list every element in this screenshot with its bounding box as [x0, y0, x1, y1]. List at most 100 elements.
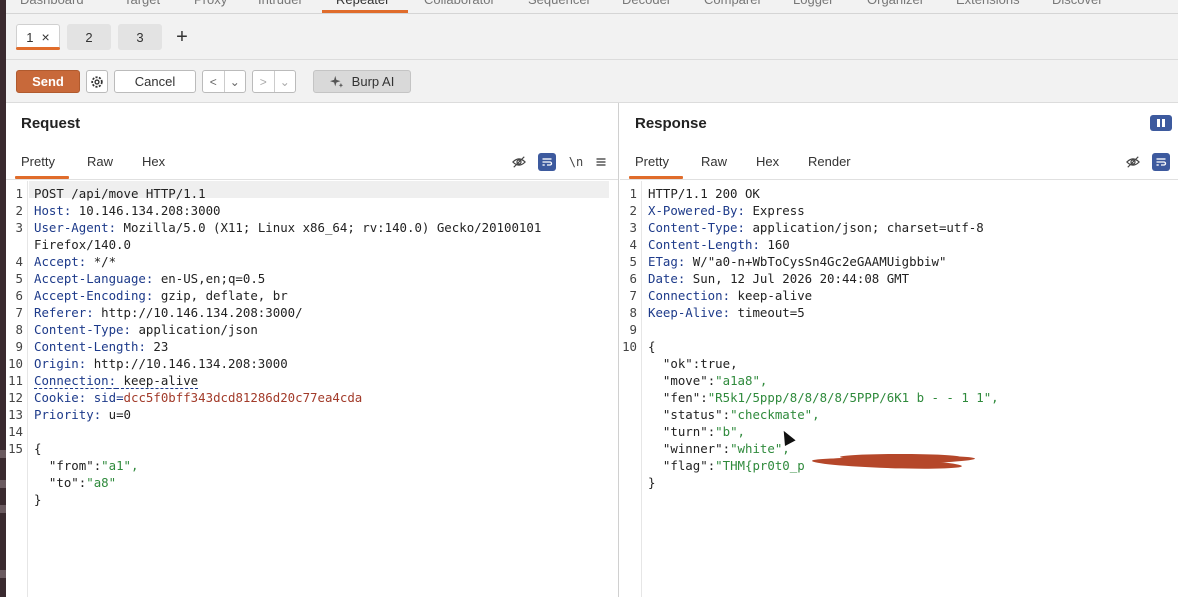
json-value: "THM{pr0t0_p — [715, 458, 805, 473]
code-line: } — [648, 474, 655, 491]
tool-tab-decoder[interactable]: Decoder — [622, 0, 671, 12]
tab-render[interactable]: Render — [808, 154, 851, 169]
line-text — [34, 475, 49, 490]
chevron-left-icon[interactable]: < — [203, 75, 224, 89]
code-line: Keep-Alive: timeout=5 — [648, 304, 805, 321]
code-line: "fen":"R5k1/5ppp/8/8/8/8/5PPP/6K1 b - - … — [648, 389, 999, 406]
line-number: 8 — [15, 322, 23, 337]
code-line: "move":"a1a8", — [648, 372, 767, 389]
gear-icon — [91, 75, 103, 88]
burp-ai-button[interactable]: Burp AI — [313, 70, 411, 93]
tab-hex[interactable]: Hex — [756, 154, 779, 169]
tool-tab-target[interactable]: Target — [124, 0, 160, 12]
line-text: } — [34, 492, 42, 507]
line-text — [648, 356, 663, 371]
chevron-down-icon[interactable]: ⌄ — [275, 75, 296, 89]
tool-tab-sequencer[interactable]: Sequencer — [528, 0, 591, 12]
header-name: Origin — [34, 356, 79, 371]
active-tab-indicator — [16, 47, 60, 50]
hide-eye-icon[interactable] — [510, 153, 528, 171]
header-name: ETag — [648, 254, 678, 269]
code-line: Content-Type: application/json; charset=… — [648, 219, 984, 236]
repeater-tab-3[interactable]: 3 — [118, 24, 162, 50]
settings-gear-button[interactable] — [86, 70, 108, 93]
json-value: "b", — [715, 424, 745, 439]
header-name: Content-Length — [648, 237, 753, 252]
line-number: 10 — [622, 339, 637, 354]
header-name: Accept-Encoding — [34, 288, 146, 303]
wrap-lines-icon[interactable] — [1152, 153, 1170, 171]
json-key: "move" — [662, 373, 708, 388]
json-value: "a8" — [86, 475, 117, 490]
line-text: Firefox/140.0 — [34, 237, 131, 252]
json-key: "fen" — [662, 390, 701, 405]
colon: : — [123, 322, 131, 337]
line-text: 10.146.134.208:3000 — [71, 203, 221, 218]
line-number: 6 — [629, 271, 637, 286]
line-text: W/"a0-n+WbToCysSn4Gc2eGAAMUigbbiw" — [685, 254, 947, 269]
line-number: 4 — [629, 237, 637, 252]
chevron-down-icon[interactable]: ⌄ — [225, 75, 246, 89]
repeater-tab-2[interactable]: 2 — [67, 24, 111, 50]
code-line: { — [34, 440, 41, 457]
hide-eye-icon[interactable] — [1124, 153, 1142, 171]
menu-icon[interactable] — [592, 153, 610, 171]
chevron-right-icon[interactable]: > — [253, 75, 274, 89]
request-editor[interactable]: 1 2 3 4 5 6 7 8 9 10 11 12 13 14 15 POST /api/move HTT… — [6, 181, 618, 597]
tool-tab-discover[interactable]: Discover — [1052, 0, 1103, 12]
tab-pretty[interactable]: Pretty — [635, 154, 669, 169]
cancel-button[interactable]: Cancel — [114, 70, 196, 93]
line-text: { — [648, 339, 656, 354]
close-icon[interactable]: × — [42, 29, 50, 45]
header-name: Content-Type — [34, 322, 124, 337]
tab-hex[interactable]: Hex — [142, 154, 165, 169]
response-editor[interactable]: 1 2 3 4 5 6 7 8 9 10 HTTP/1.1 200 OK X-Powered-By:… — [620, 181, 1178, 597]
newline-toggle-icon[interactable]: \n — [567, 153, 585, 171]
add-tab-button[interactable]: + — [172, 24, 192, 50]
line-number: 2 — [15, 203, 23, 218]
response-pane: Response Pretty Raw Hex Render 1 2 3 4 5 6 7 8 9… — [620, 103, 1178, 597]
colon: : — [108, 220, 117, 235]
header-name: Host — [34, 203, 64, 218]
tool-tab-intruder[interactable]: Intruder — [258, 0, 303, 12]
code-line: Accept-Language: en-US,en;q=0.5 — [34, 270, 265, 287]
tool-tab-organizer[interactable]: Organizer — [867, 0, 924, 12]
burp-ai-label: Burp AI — [351, 74, 395, 89]
json-key: "status" — [662, 407, 723, 422]
code-line: { — [648, 338, 655, 355]
line-number: 7 — [629, 288, 637, 303]
code-line: Referer: http://10.146.134.208:3000/ — [34, 304, 303, 321]
tool-tab-extensions[interactable]: Extensions — [956, 0, 1020, 12]
colon: : — [86, 305, 94, 320]
pause-layout-icon[interactable] — [1150, 115, 1172, 131]
tool-tab-dashboard[interactable]: Dashboard — [20, 0, 84, 12]
tool-tab-comparer[interactable]: Comparer — [704, 0, 762, 12]
header-name: X-Powered-By — [648, 203, 738, 218]
tool-tab-logger[interactable]: Logger — [793, 0, 833, 12]
line-text — [648, 390, 663, 405]
send-button[interactable]: Send — [16, 70, 80, 93]
code-line: Cookie: sid=dcc5f0bff343dcd81286d20c77ea… — [34, 389, 362, 406]
tool-tab-proxy[interactable]: Proxy — [194, 0, 227, 12]
back-history-button[interactable]: < ⌄ — [202, 70, 246, 93]
code-line: HTTP/1.1 200 OK — [648, 185, 760, 202]
wrap-lines-icon[interactable] — [538, 153, 556, 171]
json-key: "turn" — [662, 424, 708, 439]
colon: : — [722, 407, 731, 422]
colon: : — [722, 288, 731, 303]
tool-tab-collaborator[interactable]: Collaborator — [424, 0, 495, 12]
tab-pretty[interactable]: Pretty — [21, 154, 55, 169]
forward-history-button[interactable]: > ⌄ — [252, 70, 296, 93]
tool-tab-bar: DashboardTargetProxyIntruderRepeaterColl… — [6, 0, 1178, 14]
active-subtab-indicator — [15, 176, 69, 179]
colon: : — [138, 339, 146, 354]
line-text: */* — [86, 254, 117, 269]
active-subtab-indicator — [629, 176, 683, 179]
code-line: "from":"a1", — [34, 457, 139, 474]
code-line: Accept-Encoding: gzip, deflate, br — [34, 287, 288, 304]
tab-raw[interactable]: Raw — [87, 154, 113, 169]
line-text: { — [34, 441, 42, 456]
active-tool-indicator — [322, 10, 408, 13]
colon: : — [752, 237, 760, 252]
tab-raw[interactable]: Raw — [701, 154, 727, 169]
